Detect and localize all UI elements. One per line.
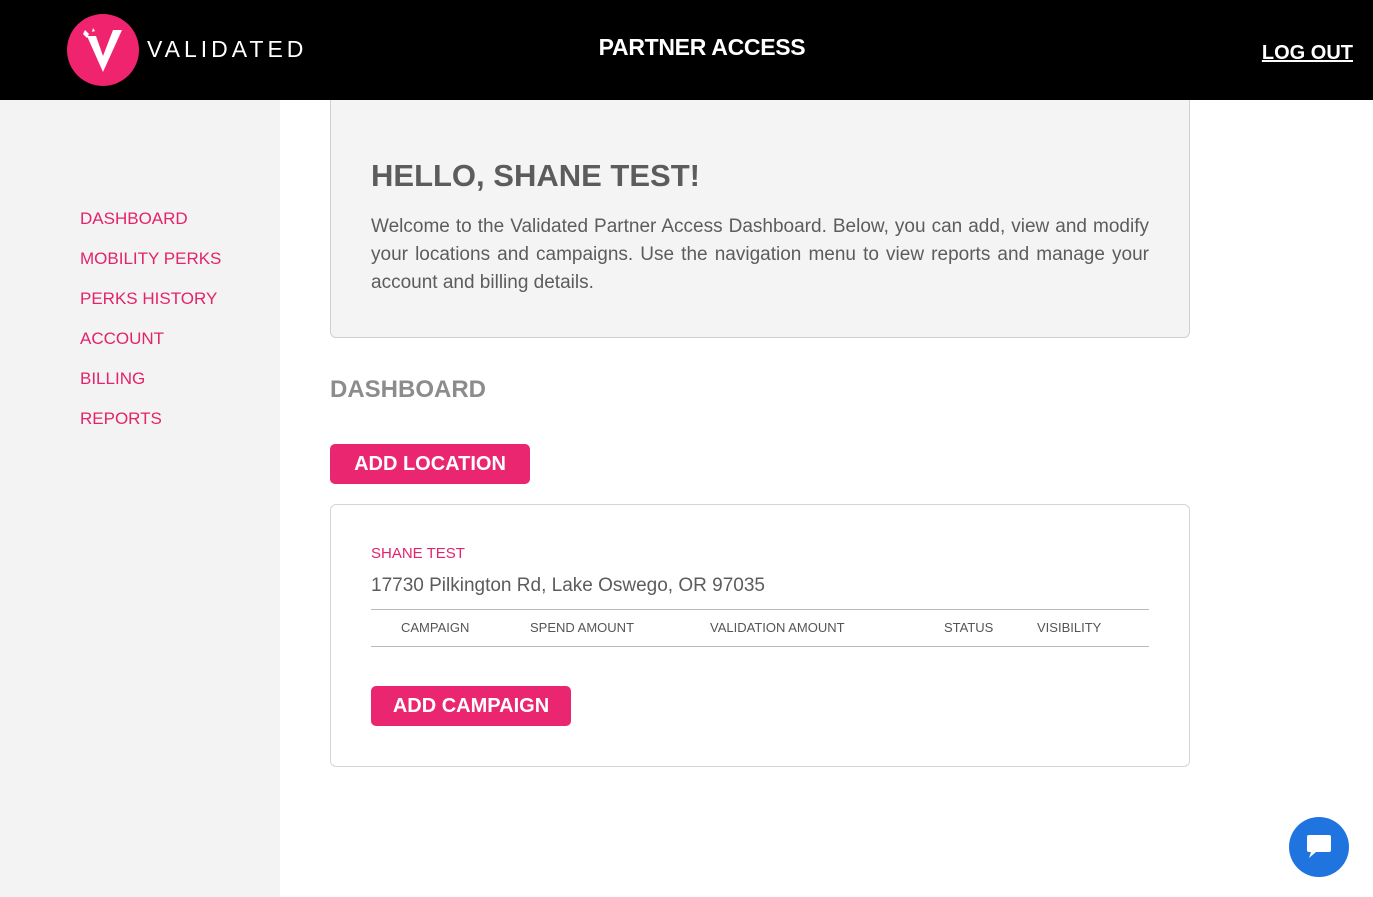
add-location-button[interactable]: ADD LOCATION [330, 444, 530, 484]
column-header-validation-amount: VALIDATION AMOUNT [710, 620, 845, 635]
welcome-message: Welcome to the Validated Partner Access … [371, 216, 1149, 293]
sidebar-item-reports[interactable]: REPORTS [80, 408, 221, 448]
sidebar-item-dashboard[interactable]: DASHBOARD [80, 208, 221, 248]
location-address: 17730 Pilkington Rd, Lake Oswego, OR 970… [371, 575, 765, 596]
top-navbar: VALIDATED PARTNER ACCESS LOG OUT [0, 0, 1373, 100]
sidebar: DASHBOARD MOBILITY PERKS PERKS HISTORY A… [0, 100, 280, 897]
logout-link[interactable]: LOG OUT [1262, 42, 1353, 65]
chat-launcher-button[interactable] [1289, 817, 1349, 877]
validated-logo-icon[interactable] [67, 14, 139, 86]
column-header-status: STATUS [944, 620, 994, 635]
welcome-greeting: HELLO, SHANE TEST! [371, 158, 700, 193]
column-header-campaign: CAMPAIGN [401, 620, 470, 635]
welcome-panel: HELLO, SHANE TEST! Welcome to the Valida… [330, 100, 1190, 338]
page-header-title: PARTNER ACCESS [598, 34, 806, 60]
location-name: SHANE TEST [371, 545, 465, 562]
sidebar-nav: DASHBOARD MOBILITY PERKS PERKS HISTORY A… [80, 208, 221, 448]
column-header-spend-amount: SPEND AMOUNT [530, 620, 635, 635]
location-card: SHANE TEST 17730 Pilkington Rd, Lake Osw… [330, 504, 1190, 767]
logo-wordmark: VALIDATED [147, 36, 308, 62]
sidebar-item-billing[interactable]: BILLING [80, 368, 221, 408]
sidebar-item-mobility-perks[interactable]: MOBILITY PERKS [80, 248, 221, 288]
sidebar-item-perks-history[interactable]: PERKS HISTORY [80, 288, 221, 328]
add-campaign-button[interactable]: ADD CAMPAIGN [371, 686, 571, 726]
column-header-visibility: VISIBILITY [1037, 620, 1102, 635]
sidebar-item-account[interactable]: ACCOUNT [80, 328, 221, 368]
campaign-table-header: CAMPAIGN SPEND AMOUNT VALIDATION AMOUNT … [371, 609, 1149, 647]
chat-bubble-icon [1307, 835, 1331, 858]
dashboard-heading: DASHBOARD [330, 376, 486, 403]
